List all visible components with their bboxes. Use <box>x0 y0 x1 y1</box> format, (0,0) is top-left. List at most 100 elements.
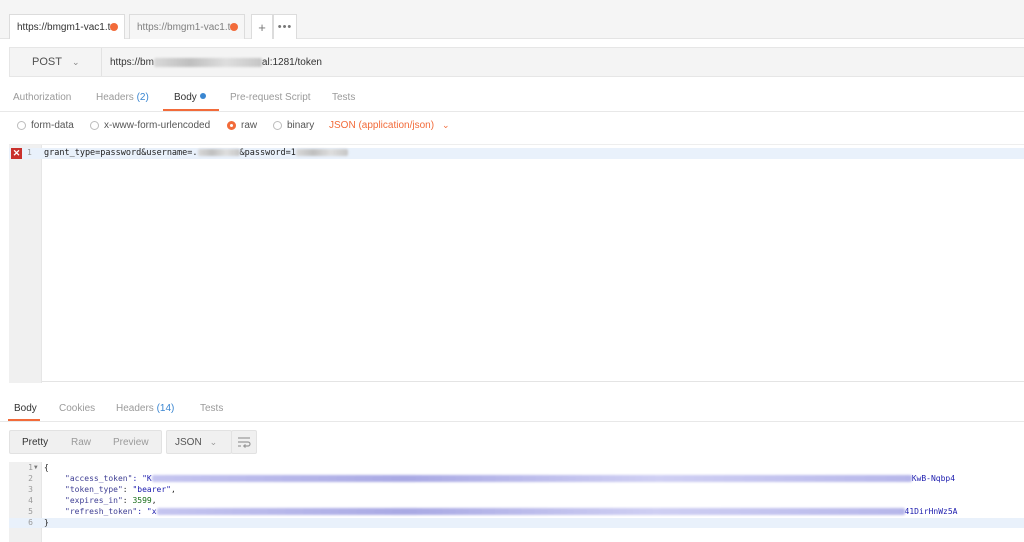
pretty-button[interactable]: Pretty <box>22 437 48 448</box>
tab-authorization[interactable]: Authorization <box>13 92 71 103</box>
fold-arrow-icon[interactable]: ▼ <box>34 463 38 473</box>
json-value: : "x <box>137 507 157 516</box>
radio-binary[interactable]: binary <box>273 120 314 131</box>
radio-label: raw <box>241 120 258 131</box>
body-text-part: &password=1 <box>239 148 296 158</box>
radio-circle <box>273 121 282 130</box>
request-tabs: Authorization Headers (2) Body Pre-reque… <box>0 86 1024 112</box>
view-mode-group: Pretty Raw Preview <box>9 430 162 454</box>
url-suffix: al:1281/token <box>261 56 322 68</box>
wrap-lines-icon <box>238 437 251 448</box>
code-line: 5 "refresh_token": "x 41DirHnWz5A <box>9 507 1024 517</box>
redacted-access-token <box>151 475 912 482</box>
active-tab-underline <box>163 109 219 111</box>
radio-label: form-data <box>31 120 74 131</box>
code-text: } <box>44 518 49 527</box>
line-number: 3 <box>28 485 33 494</box>
line-number: 4 <box>28 496 33 505</box>
active-tab-underline <box>8 419 40 421</box>
tab-headers-label: Headers <box>96 92 134 103</box>
json-value: KwB-Nqbp4 <box>911 474 956 483</box>
radio-circle <box>90 121 99 130</box>
raw-button[interactable]: Raw <box>71 437 91 448</box>
editor-gutter <box>9 145 42 383</box>
radio-form-data[interactable]: form-data <box>17 120 74 131</box>
radio-label: x-www-form-urlencoded <box>104 120 211 131</box>
body-text-part: grant_type=password&username=. <box>44 148 198 158</box>
code-line: 2 "access_token": "K KwB-Nqbp4 <box>9 474 1024 484</box>
line-number: 5 <box>28 507 33 516</box>
code-line: 3 "token_type": "bearer", <box>9 485 1024 495</box>
content-type-label: JSON (application/json) <box>329 120 435 131</box>
body-indicator-dot <box>199 93 206 99</box>
method-label: POST <box>32 56 62 68</box>
body-type-options: form-data x-www-form-urlencoded raw bina… <box>0 116 1024 138</box>
code-text: { <box>44 463 49 472</box>
json-key: "access_token" <box>65 474 133 483</box>
json-value: : "K <box>132 474 152 483</box>
code-text: "expires_in": 3599, <box>65 496 157 505</box>
response-headers-count: (14) <box>156 403 175 414</box>
redacted-host <box>153 57 262 67</box>
radio-label: binary <box>287 120 315 131</box>
more-tabs-button[interactable]: ••• <box>273 14 297 39</box>
code-line: 4 "expires_in": 3599, <box>9 496 1024 506</box>
headers-count: (2) <box>136 92 149 103</box>
url-input[interactable]: https://bm al:1281/token <box>110 48 322 76</box>
request-tab-1[interactable]: https://bmgm1-vac1.t <box>9 14 125 39</box>
json-key: "refresh_token" <box>65 507 138 516</box>
radio-urlencoded[interactable]: x-www-form-urlencoded <box>90 120 210 131</box>
chevron-down-icon: ⌄ <box>71 56 80 67</box>
json-key: "expires_in" <box>65 496 123 505</box>
redacted-refresh-token <box>156 508 905 515</box>
chevron-down-icon: ⌄ <box>442 120 450 130</box>
unsaved-dot-icon <box>230 23 238 31</box>
format-label: JSON <box>175 436 202 448</box>
line-number: 2 <box>28 474 33 483</box>
unsaved-dot-icon <box>110 23 118 31</box>
error-icon: ✕ <box>11 148 22 159</box>
tab-body[interactable]: Body <box>174 92 206 103</box>
tab-body-label: Body <box>174 92 197 103</box>
radio-circle-selected <box>227 121 236 130</box>
response-toolbar: Pretty Raw Preview JSON ⌄ <box>9 430 1024 456</box>
tab-prerequest-script[interactable]: Pre-request Script <box>230 92 311 103</box>
json-value: 41DirHnWz5A <box>904 507 958 516</box>
tab-headers[interactable]: Headers (2) <box>96 92 149 103</box>
code-line: 1 ▼ { <box>9 463 1024 473</box>
request-tab-label: https://bmgm1-vac1.t <box>137 21 231 33</box>
response-tab-body[interactable]: Body <box>14 403 37 414</box>
json-value: 3599 <box>132 496 152 505</box>
radio-raw[interactable]: raw <box>227 120 257 131</box>
content-type-select[interactable]: JSON (application/json) ⌄ <box>329 120 450 131</box>
response-tab-cookies[interactable]: Cookies <box>59 403 95 414</box>
tab-tests[interactable]: Tests <box>332 92 355 103</box>
tab-bar: https://bmgm1-vac1.t https://bmgm1-vac1.… <box>0 0 1024 39</box>
response-tabs: Body Cookies Headers (14) Tests <box>0 396 1024 422</box>
line-number: 6 <box>28 518 33 527</box>
request-body-text: grant_type=password&username=. &password=… <box>44 148 348 159</box>
json-key: "token_type" <box>65 485 123 494</box>
chevron-down-icon: ⌄ <box>209 436 218 447</box>
request-body-editor[interactable]: ✕ 1 grant_type=password&username=. &passw… <box>9 144 1024 383</box>
url-prefix: https://bm <box>110 56 154 68</box>
line-number: 1 <box>27 148 32 157</box>
code-text: "access_token": "K KwB-Nqbp4 <box>65 474 955 484</box>
line-number: 1 <box>28 463 33 472</box>
radio-circle <box>17 121 26 130</box>
code-line-current: 6 } <box>9 518 1024 528</box>
request-tab-2[interactable]: https://bmgm1-vac1.t <box>129 14 245 39</box>
code-text: "refresh_token": "x 41DirHnWz5A <box>65 507 958 517</box>
preview-button[interactable]: Preview <box>113 437 149 448</box>
new-tab-button[interactable]: + <box>251 14 273 39</box>
response-body-viewer[interactable]: 1 ▼ { 2 "access_token": "K KwB-Nqbp4 3 "t… <box>9 462 1024 542</box>
wrap-lines-button[interactable] <box>231 430 257 454</box>
format-select[interactable]: JSON ⌄ <box>166 430 232 454</box>
redacted-password <box>295 149 348 156</box>
request-url-bar: POST ⌄ https://bm al:1281/token <box>9 47 1024 77</box>
response-tab-tests[interactable]: Tests <box>200 403 223 414</box>
method-select[interactable]: POST ⌄ <box>10 48 102 76</box>
response-tab-headers[interactable]: Headers (14) <box>116 403 174 414</box>
code-text: "token_type": "bearer", <box>65 485 176 494</box>
json-value: "bearer" <box>132 485 171 494</box>
